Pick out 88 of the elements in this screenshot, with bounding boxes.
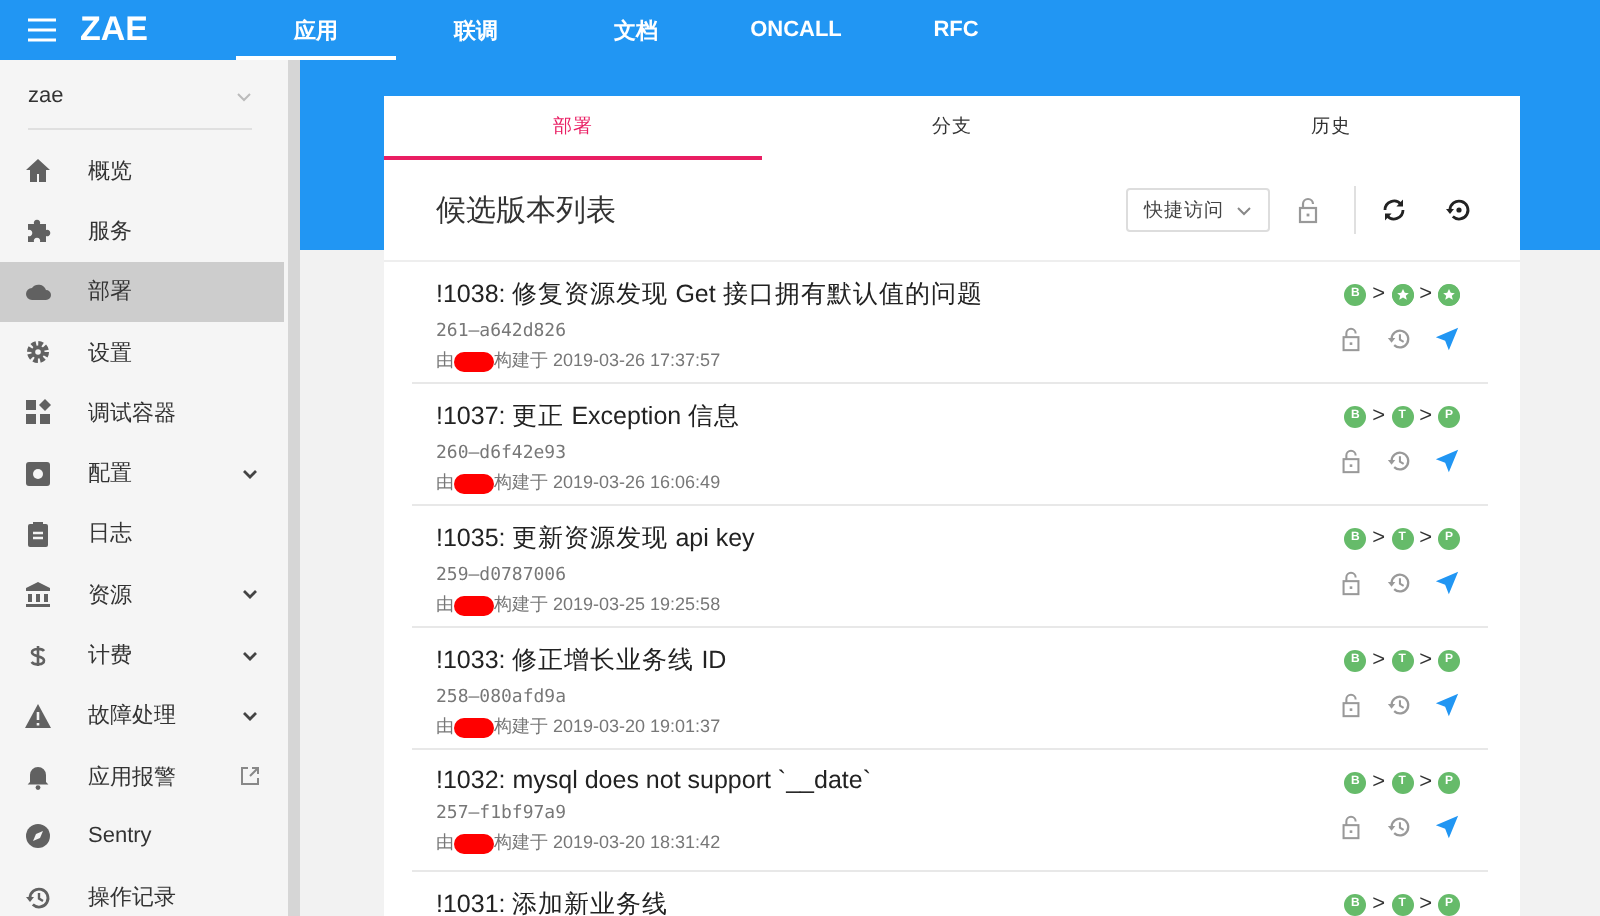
version-title: !1032: mysql does not support `__date` [436, 766, 873, 794]
separator-sign: > [1372, 404, 1386, 428]
sidebar-item[interactable]: 日志 [0, 503, 284, 565]
version-title: !1038: 修复资源发现 Get 接口拥有默认值的问题 [436, 278, 985, 312]
sidebar-item[interactable]: 部署 [0, 261, 284, 322]
settings-box-icon [24, 459, 52, 488]
warning-icon [24, 701, 52, 730]
lock-icon[interactable] [1338, 814, 1364, 840]
sidebar-item[interactable]: 设置 [0, 321, 284, 383]
send-icon[interactable] [1434, 570, 1460, 596]
build-time: 构建于 2019-03-26 17:37:57 [494, 348, 721, 374]
lock-icon[interactable] [1338, 448, 1364, 474]
lock-icon[interactable] [1294, 196, 1322, 224]
stage-star-icon [1438, 283, 1460, 305]
app-select-value: zae [28, 84, 64, 108]
sidebar-item[interactable]: 操作记录 [0, 867, 284, 916]
commit-hash: 257–f1bf97a9 [436, 804, 569, 824]
history-icon[interactable] [1386, 814, 1412, 840]
version-title: !1035: 更新资源发现 api key [436, 522, 757, 556]
history-icon [24, 883, 52, 912]
separator-sign: > [1372, 648, 1386, 672]
stage-star-icon [1391, 283, 1414, 305]
version-title: !1031: 添加新业务线 [436, 888, 671, 916]
sidebar-item[interactable]: 配置 [0, 442, 284, 504]
history-icon[interactable] [1386, 692, 1412, 718]
menu-icon[interactable] [28, 18, 56, 42]
app-title: ZAE [80, 10, 150, 50]
builder-prefix: 由 [436, 830, 454, 856]
lock-icon[interactable] [1338, 570, 1364, 596]
sidebar-item[interactable]: Sentry [0, 806, 284, 868]
builder-prefix: 由 [436, 714, 454, 740]
puzzle-icon [24, 216, 52, 245]
send-icon[interactable] [1434, 326, 1460, 352]
card-tab[interactable]: 分支 [762, 96, 1142, 160]
separator-sign: > [1419, 770, 1432, 794]
restore-icon[interactable] [1444, 196, 1472, 224]
refresh-icon[interactable] [1380, 196, 1408, 224]
build-time: 构建于 2019-03-20 18:31:42 [494, 830, 721, 856]
quick-access-select[interactable]: 快捷访问 [1126, 188, 1270, 232]
lock-icon[interactable] [1338, 692, 1364, 718]
sidebar-item[interactable]: 资源 [0, 564, 284, 625]
sidebar-item[interactable]: 故障处理 [0, 685, 284, 746]
gear-icon [24, 338, 52, 367]
sidebar-item[interactable]: 概览 [0, 140, 284, 201]
list-title: 候选版本列表 [436, 191, 618, 229]
history-icon[interactable] [1386, 570, 1412, 596]
build-time: 构建于 2019-03-20 19:01:37 [494, 714, 721, 740]
separator-sign: > [1372, 892, 1386, 916]
caret-icon [236, 91, 252, 101]
compass-icon [24, 822, 52, 851]
version-title: !1037: 更正 Exception 信息 [436, 400, 743, 434]
clipboard-icon [24, 519, 52, 548]
commit-hash: 258–080afd9a [436, 688, 569, 708]
build-time: 构建于 2019-03-25 19:25:58 [494, 592, 721, 618]
separator-sign: > [1419, 526, 1432, 550]
sidebar-item[interactable]: 服务 [0, 200, 284, 262]
sidebar-item[interactable]: 应用报警 [0, 745, 284, 807]
builder-prefix: 由 [436, 348, 454, 374]
widgets-icon [24, 398, 52, 427]
commit-hash: 259–d0787006 [436, 566, 569, 586]
send-icon[interactable] [1434, 814, 1460, 840]
lock-icon[interactable] [1338, 326, 1364, 352]
separator-sign: > [1419, 404, 1432, 428]
history-icon[interactable] [1386, 326, 1412, 352]
sidebar-item[interactable]: 调试容器 [0, 382, 284, 443]
commit-hash: 261–a642d826 [436, 322, 569, 342]
builder-prefix: 由 [436, 592, 454, 618]
send-icon[interactable] [1434, 692, 1460, 718]
version-title: !1033: 修正增长业务线 ID [436, 644, 729, 678]
send-icon[interactable] [1434, 448, 1460, 474]
card-tab[interactable]: 部署 [384, 96, 763, 160]
separator-sign: > [1372, 526, 1386, 550]
separator-sign: > [1419, 892, 1432, 916]
commit-hash: 260–d6f42e93 [436, 444, 569, 464]
separator-sign: > [1372, 282, 1386, 306]
sidebar-item[interactable]: 计费 [0, 624, 284, 686]
separator-sign: > [1419, 282, 1432, 306]
home-icon [24, 156, 52, 185]
build-time: 构建于 2019-03-26 16:06:49 [494, 470, 721, 496]
history-icon[interactable] [1386, 448, 1412, 474]
card-tab[interactable]: 历史 [1141, 96, 1520, 160]
app-select[interactable]: zae [28, 84, 252, 130]
bell-icon [24, 762, 52, 791]
builder-prefix: 由 [436, 470, 454, 496]
separator-sign: > [1372, 770, 1386, 794]
bank-icon [24, 580, 52, 609]
separator-sign: > [1419, 648, 1432, 672]
caret-icon [1236, 205, 1252, 215]
